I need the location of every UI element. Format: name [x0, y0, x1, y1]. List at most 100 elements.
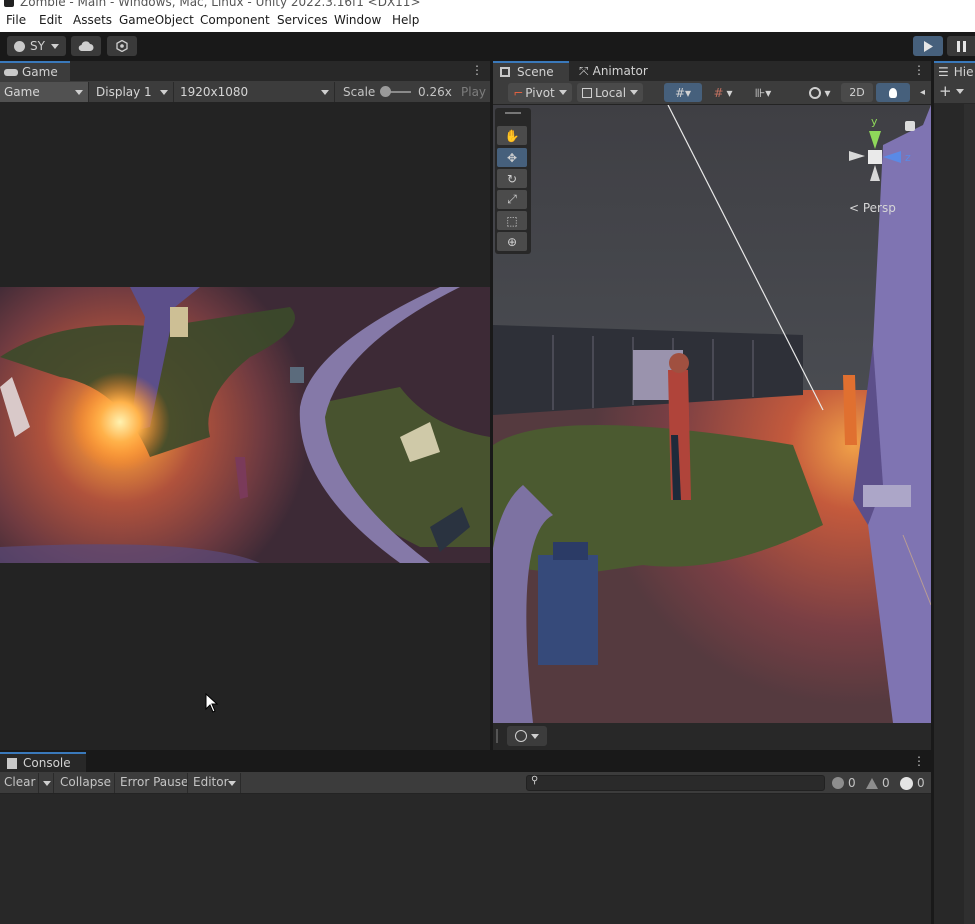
gizmo-x-axis[interactable]	[849, 151, 865, 161]
chevron-down-icon	[160, 90, 168, 95]
gizmo-y-axis[interactable]	[869, 131, 881, 149]
console-search-field[interactable]: ⚲	[526, 775, 825, 791]
account-label: SY	[30, 39, 45, 53]
menu-help[interactable]: Help	[392, 13, 419, 27]
ruler-snap-toggle[interactable]: ⊪▾	[745, 83, 781, 102]
add-button[interactable]: +	[939, 82, 952, 100]
increment-snap-toggle[interactable]: # ▾	[705, 83, 741, 102]
cloud-button[interactable]	[71, 36, 101, 56]
warning-filter-toggle[interactable]: 0	[866, 774, 894, 792]
hand-tool[interactable]: ✋	[497, 126, 527, 145]
scale-tool[interactable]: ⤢	[497, 190, 527, 209]
log-count: 0	[848, 776, 856, 790]
scale-value: 0.26x	[418, 85, 452, 99]
gizmo-center-cube[interactable]	[868, 150, 882, 164]
scene-overlay-bar	[493, 723, 931, 750]
compass-icon	[515, 730, 527, 742]
grid-snap-icon: #▾	[674, 85, 692, 100]
game-more-menu-icon[interactable]: ⋮	[471, 63, 483, 77]
play-button[interactable]	[913, 36, 943, 56]
console-log-area[interactable]	[0, 794, 931, 924]
menu-edit[interactable]: Edit	[39, 13, 62, 27]
palette-drag-handle[interactable]	[505, 112, 521, 114]
divider	[240, 773, 241, 793]
editor-dropdown[interactable]: Editor	[193, 775, 229, 789]
scale-slider-handle[interactable]	[380, 86, 391, 97]
main-toolbar: SY	[0, 32, 975, 60]
gizmo-z-label: z	[905, 151, 911, 164]
clear-options-dropdown[interactable]	[38, 773, 54, 793]
gizmo-y-label: y	[871, 115, 878, 128]
tab-game[interactable]: Game	[0, 61, 70, 81]
divider	[114, 773, 115, 793]
scene-grid-icon	[500, 67, 510, 77]
scene-more-menu-icon[interactable]: ⋮	[913, 63, 925, 77]
game-panel: Game ⋮ Game Display 1 1920x1080 Scale 0.…	[0, 61, 490, 750]
lock-icon[interactable]	[905, 121, 915, 131]
chevron-down-icon	[630, 90, 639, 95]
gizmo-z-axis[interactable]	[883, 151, 901, 163]
audio-toggle[interactable]: ◂	[914, 83, 931, 102]
display-dropdown[interactable]: Display 1	[92, 82, 174, 102]
pause-button[interactable]	[947, 36, 975, 56]
menu-window[interactable]: Window	[334, 13, 381, 27]
menu-component[interactable]: Component	[200, 13, 270, 27]
pause-icon	[956, 40, 966, 52]
tab-console[interactable]: Console	[0, 752, 86, 772]
hand-icon: ✋	[504, 128, 520, 143]
collab-button[interactable]	[107, 36, 137, 56]
tab-scene[interactable]: Scene	[493, 61, 569, 81]
scene-panel: Scene ⤧ Animator ⋮ ⌐ Pivot Local #▾ # ▾ ⊪…	[493, 61, 931, 750]
menu-file[interactable]: File	[6, 13, 26, 27]
error-icon	[900, 776, 913, 790]
lightbulb-icon	[889, 87, 897, 98]
grid-snap-toggle[interactable]: #▾	[664, 83, 702, 102]
menu-gameobject[interactable]: GameObject	[119, 13, 194, 27]
play-focused-dropdown[interactable]: Play	[461, 85, 486, 99]
menu-services[interactable]: Services	[277, 13, 328, 27]
game-mode-dropdown[interactable]: Game	[0, 82, 89, 102]
move-icon: ✥	[506, 150, 518, 165]
game-viewport[interactable]	[0, 287, 490, 563]
tab-animator[interactable]: ⤧ Animator	[575, 61, 655, 81]
overlay-drag-handle[interactable]	[496, 729, 498, 743]
rotate-tool[interactable]: ↻	[497, 169, 527, 188]
scene-viewport[interactable]: ✋ ✥ ↻ ⤢ ⬚ ⊕ y z < Persp	[493, 105, 931, 723]
error-filter-toggle[interactable]: 0	[900, 774, 928, 792]
account-dropdown[interactable]: SY	[7, 36, 66, 56]
gizmo-neg-y-axis[interactable]	[870, 165, 880, 181]
clear-button[interactable]: Clear	[4, 775, 35, 789]
tab-animator-label: Animator	[592, 64, 648, 78]
hierarchy-scrollbar[interactable]	[964, 104, 975, 924]
draw-mode-dropdown[interactable]: ▾	[801, 83, 839, 102]
transform-icon: ⊕	[506, 234, 518, 249]
chevron-down-icon	[531, 733, 539, 739]
tool-palette: ✋ ✥ ↻ ⤢ ⬚ ⊕	[495, 108, 531, 254]
play-icon	[924, 40, 933, 52]
menu-assets[interactable]: Assets	[73, 13, 112, 27]
perspective-label[interactable]: < Persp	[849, 201, 896, 215]
tab-hierarchy-label: Hie	[953, 65, 974, 79]
resolution-dropdown[interactable]: 1920x1080	[176, 82, 335, 102]
speaker-icon: ◂	[919, 87, 926, 98]
console-more-menu-icon[interactable]: ⋮	[913, 754, 925, 768]
menu-bar: File Edit Assets GameObject Component Se…	[0, 10, 975, 32]
rect-tool[interactable]: ⬚	[497, 211, 527, 230]
game-render-image	[0, 287, 490, 563]
warning-count: 0	[882, 776, 890, 790]
transform-tool[interactable]: ⊕	[497, 232, 527, 251]
2d-toggle[interactable]: 2D	[841, 83, 873, 102]
move-tool[interactable]: ✥	[497, 148, 527, 167]
collapse-toggle[interactable]: Collapse	[60, 775, 111, 789]
pivot-label: Pivot	[525, 85, 555, 100]
log-filter-toggle[interactable]: 0	[832, 774, 860, 792]
hierarchy-toolbar: +	[934, 81, 975, 103]
pivot-dropdown[interactable]: ⌐ Pivot	[508, 83, 572, 102]
local-dropdown[interactable]: Local	[577, 83, 643, 102]
tab-hierarchy[interactable]: ☰ Hie	[934, 61, 975, 81]
scene-orientation-gizmo[interactable]: y z < Persp	[843, 113, 923, 223]
scale-icon: ⤢	[507, 192, 517, 206]
lighting-toggle[interactable]	[876, 83, 910, 102]
overlay-menu-button[interactable]	[507, 726, 547, 746]
error-pause-toggle[interactable]: Error Pause	[120, 775, 188, 789]
